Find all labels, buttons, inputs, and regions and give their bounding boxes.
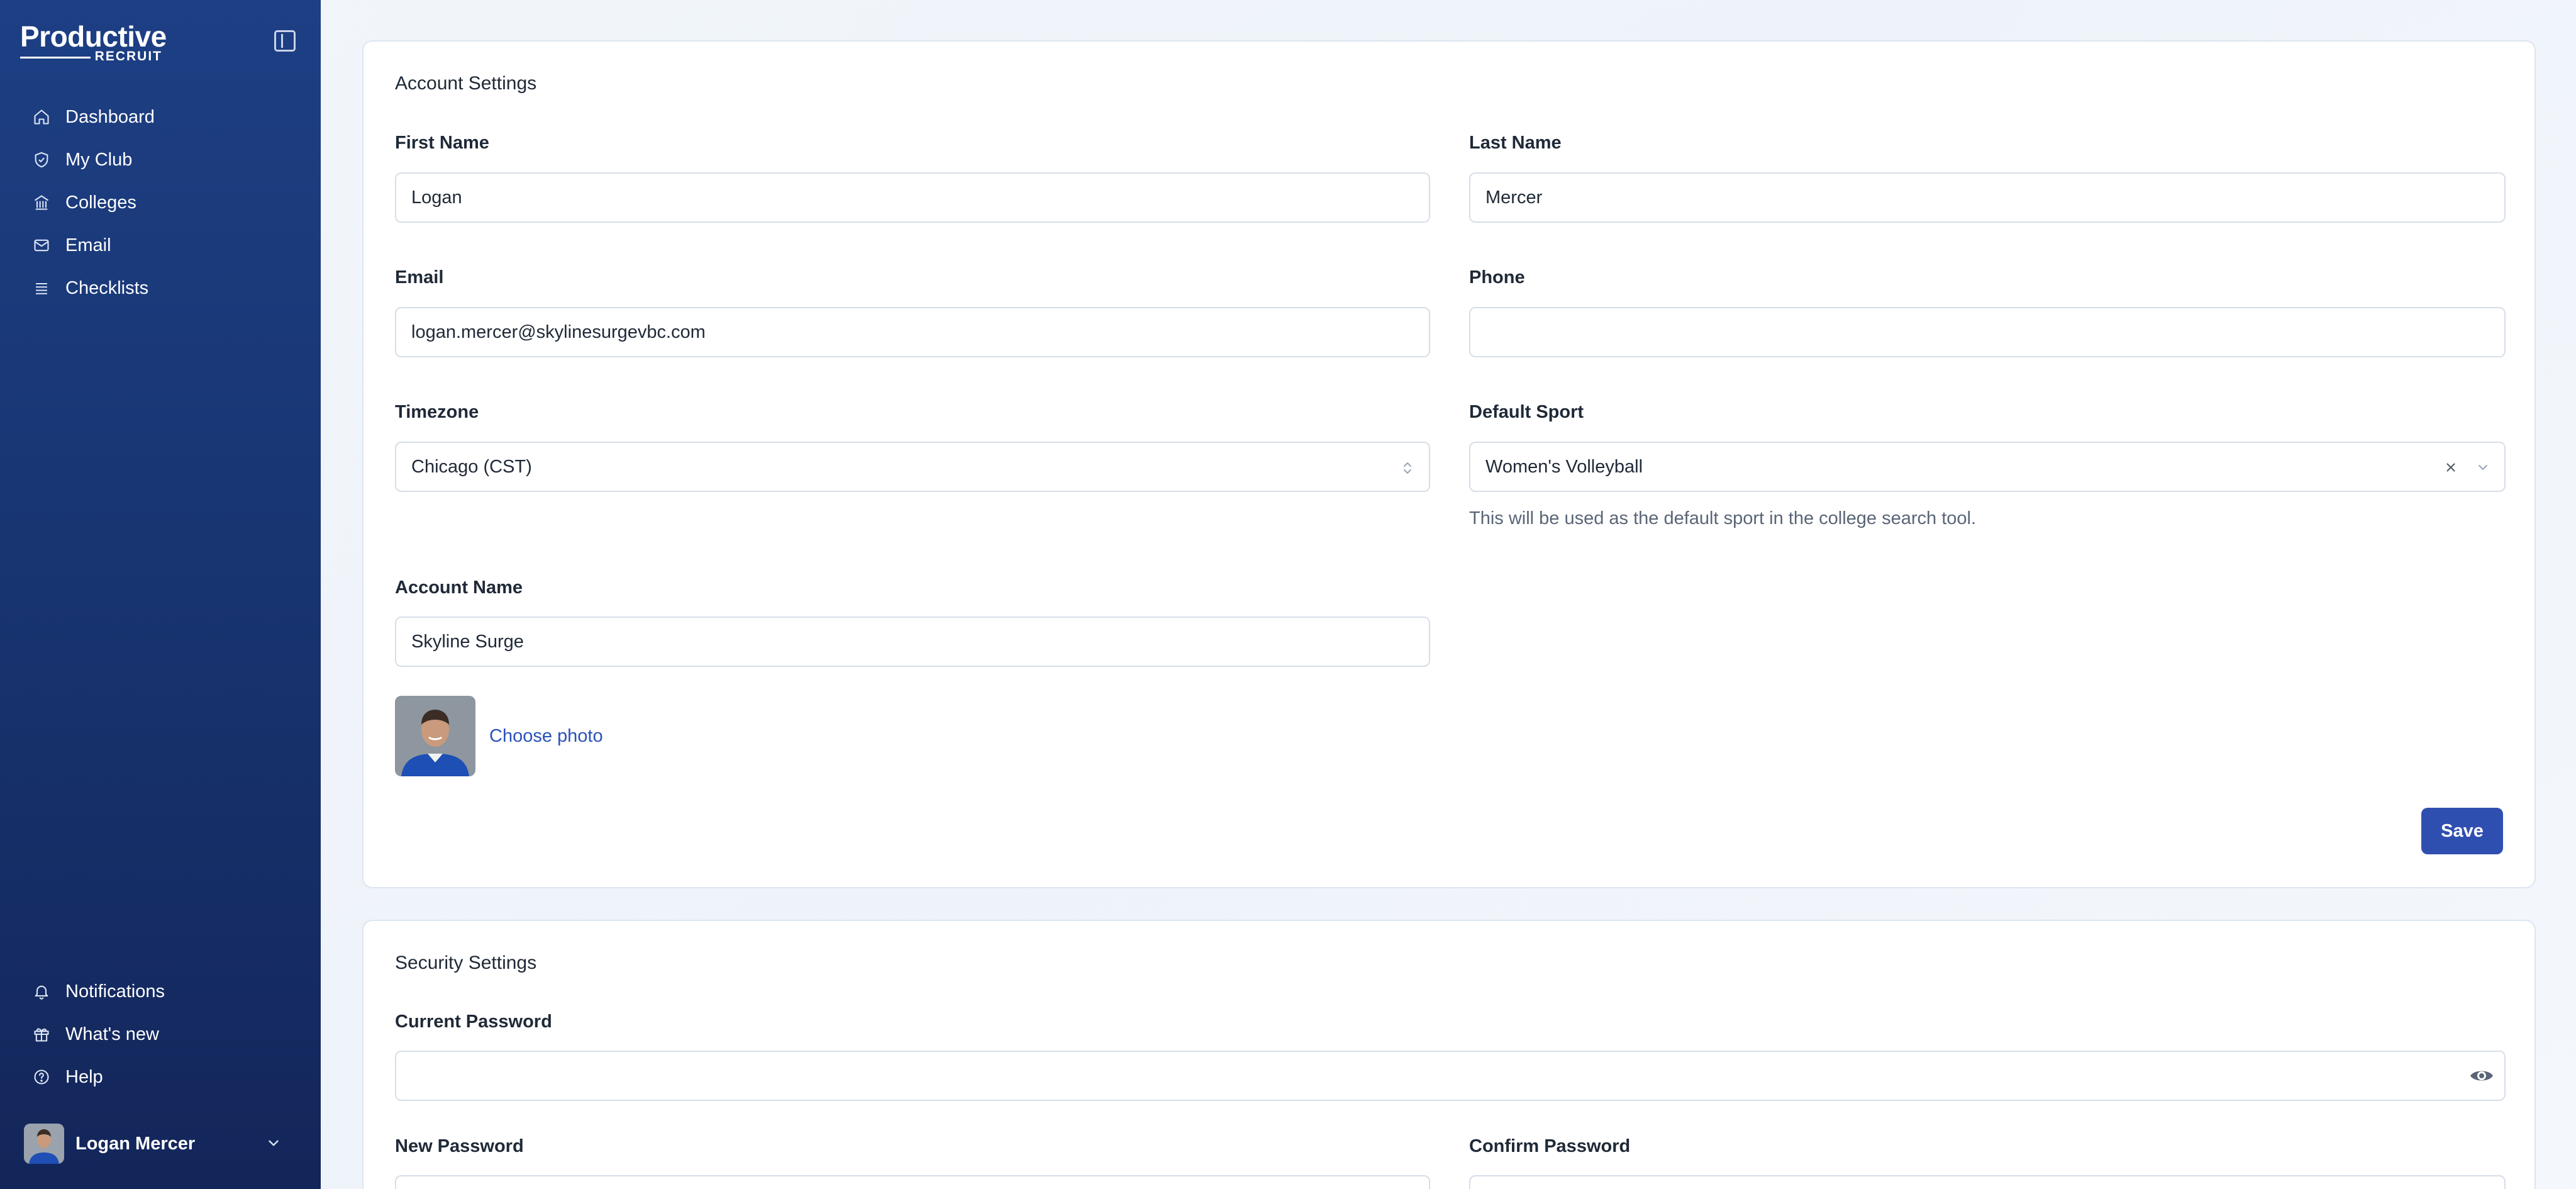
choose-photo-link[interactable]: Choose photo [489,726,603,747]
email-input[interactable] [395,307,1430,357]
timezone-value: Chicago (CST) [411,456,532,477]
sidebar-item-notifications[interactable]: Notifications [33,979,165,1004]
account-name-label: Account Name [395,578,523,598]
building-icon [34,195,49,210]
phone-input[interactable] [1469,307,2506,357]
user-menu[interactable]: Logan Mercer [24,1124,288,1164]
sort-arrows-icon [1404,462,1411,474]
sidebar-item-label: My Club [65,149,133,170]
sidebar-item-checklists[interactable]: Checklists [33,276,148,301]
sidebar-collapse-icon[interactable] [274,30,296,52]
last-name-label: Last Name [1469,133,1562,153]
gift-icon [34,1028,49,1042]
default-sport-hint: This will be used as the default sport i… [1469,508,1977,528]
first-name-input[interactable] [395,172,1430,223]
first-name-label: First Name [395,133,489,153]
section-title: Account Settings [395,73,537,94]
current-password-label: Current Password [395,1012,552,1032]
email-label: Email [395,267,444,287]
sidebar-item-colleges[interactable]: Colleges [33,190,136,215]
logo-underline [20,57,91,59]
mail-icon [34,239,49,252]
clear-icon[interactable] [2444,461,2458,474]
list-icon [35,282,48,294]
timezone-select[interactable]: Chicago (CST) [395,442,1430,492]
confirm-password-label: Confirm Password [1469,1136,1631,1156]
default-sport-label: Default Sport [1469,402,1584,422]
default-sport-value: Women's Volleyball [1485,456,1643,477]
logo-main-text: Productive [20,20,167,53]
sidebar-item-my-club[interactable]: My Club [33,147,132,172]
sidebar-item-dashboard[interactable]: Dashboard [33,104,155,130]
current-password-input[interactable] [395,1051,2506,1101]
sidebar-item-label: Dashboard [65,106,155,127]
sidebar: Productive RECRUIT Dashboard My Club Col… [0,0,321,1189]
shield-icon [35,152,48,168]
confirm-password-input[interactable] [1469,1175,2506,1189]
sidebar-item-email[interactable]: Email [33,233,111,258]
bell-icon [35,985,48,1000]
section-title: Security Settings [395,952,537,973]
last-name-input[interactable] [1469,172,2506,223]
home-icon [34,109,49,125]
save-button[interactable]: Save [2421,808,2503,854]
new-password-label: New Password [395,1136,524,1156]
sidebar-item-whats-new[interactable]: What's new [33,1022,159,1047]
account-name-input[interactable] [395,617,1430,667]
timezone-label: Timezone [395,402,479,422]
sidebar-item-label: Help [65,1066,103,1087]
account-settings-card: Account Settings First Name Last Name Em… [362,40,2536,888]
sidebar-item-label: Checklists [65,277,149,298]
sidebar-item-help[interactable]: Help [33,1064,103,1090]
chevron-down-icon[interactable] [2475,460,2490,475]
logo-sub-text: RECRUIT [94,49,162,64]
chevron-down-icon[interactable] [265,1135,282,1151]
avatar [24,1124,64,1164]
help-circle-icon [34,1069,49,1085]
user-name: Logan Mercer [75,1133,196,1154]
sidebar-item-label: Colleges [65,192,136,213]
profile-photo [395,696,475,776]
security-settings-card: Security Settings Current Password New P… [362,920,2536,1189]
new-password-input[interactable] [395,1175,1430,1189]
sidebar-item-label: Notifications [65,981,165,1002]
sidebar-item-label: What's new [65,1024,159,1044]
default-sport-select[interactable]: Women's Volleyball [1469,442,2506,492]
sidebar-item-label: Email [65,235,111,255]
phone-label: Phone [1469,267,1525,287]
eye-icon[interactable] [2469,1067,2494,1085]
productive-recruit-logo[interactable]: Productive RECRUIT [20,20,167,64]
